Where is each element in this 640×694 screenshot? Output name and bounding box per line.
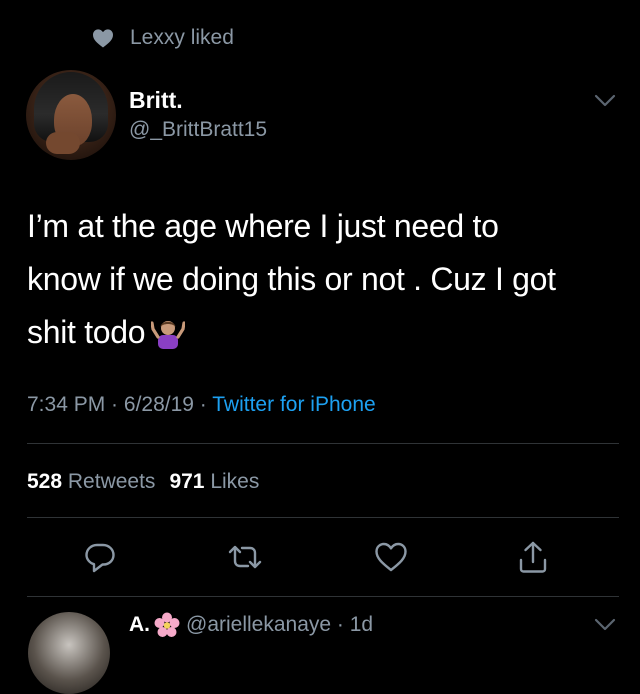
- tweet-text: I’m at the age where I just need to know…: [27, 200, 627, 359]
- next-tweet-header[interactable]: A. @ariellekanaye · 1d: [129, 612, 373, 638]
- divider: [27, 443, 619, 444]
- likes-stat[interactable]: 971 Likes: [169, 470, 259, 493]
- tweet-line: shit todo: [27, 306, 627, 359]
- next-tweet-handle: @ariellekanaye · 1d: [186, 613, 374, 636]
- author-name[interactable]: Britt.: [129, 87, 183, 114]
- meta-separator: ·: [193, 393, 213, 416]
- reply-icon: [85, 543, 115, 573]
- heart-filled-icon: [92, 28, 114, 48]
- retweet-icon: [228, 545, 262, 569]
- share-button[interactable]: [513, 537, 553, 577]
- like-button[interactable]: [371, 537, 411, 577]
- avatar[interactable]: [26, 70, 116, 160]
- tweet-stats: 528 Retweets 971 Likes: [27, 470, 259, 494]
- social-context[interactable]: Lexxy liked: [92, 24, 234, 52]
- tweet-date: 6/28/19: [123, 393, 194, 416]
- chevron-down-icon[interactable]: [594, 94, 616, 113]
- avatar-hand: [46, 132, 80, 154]
- social-context-text: Lexxy liked: [130, 26, 234, 49]
- likes-label: Likes: [210, 470, 260, 493]
- tweet-time: 7:34 PM: [27, 393, 106, 416]
- tweet-meta: 7:34 PM · 6/28/19 · Twitter for iPhone: [27, 393, 376, 417]
- cherry-blossom-emoji: [154, 612, 180, 638]
- divider: [27, 517, 619, 518]
- like-icon: [375, 542, 407, 572]
- chevron-down-icon[interactable]: [594, 618, 616, 637]
- author-handle[interactable]: @_BrittBratt15: [129, 118, 267, 142]
- tweet-line: I’m at the age where I just need to: [27, 208, 499, 244]
- person-shrugging-emoji: [150, 312, 186, 349]
- next-tweet-author-name: A.: [129, 613, 150, 636]
- retweets-count: 528: [27, 470, 63, 493]
- share-icon: [519, 541, 547, 573]
- divider: [27, 596, 619, 597]
- next-tweet-avatar[interactable]: [28, 612, 110, 694]
- tweet-source-link[interactable]: Twitter for iPhone: [212, 393, 375, 416]
- tweet-line-text: shit todo: [27, 314, 146, 350]
- retweets-label: Retweets: [67, 470, 156, 493]
- retweets-stat[interactable]: 528 Retweets: [27, 470, 155, 493]
- retweet-button[interactable]: [225, 537, 265, 577]
- meta-separator: ·: [105, 393, 124, 416]
- reply-button[interactable]: [80, 537, 120, 577]
- likes-count: 971: [169, 470, 205, 493]
- tweet-line: know if we doing this or not . Cuz I got: [27, 261, 556, 297]
